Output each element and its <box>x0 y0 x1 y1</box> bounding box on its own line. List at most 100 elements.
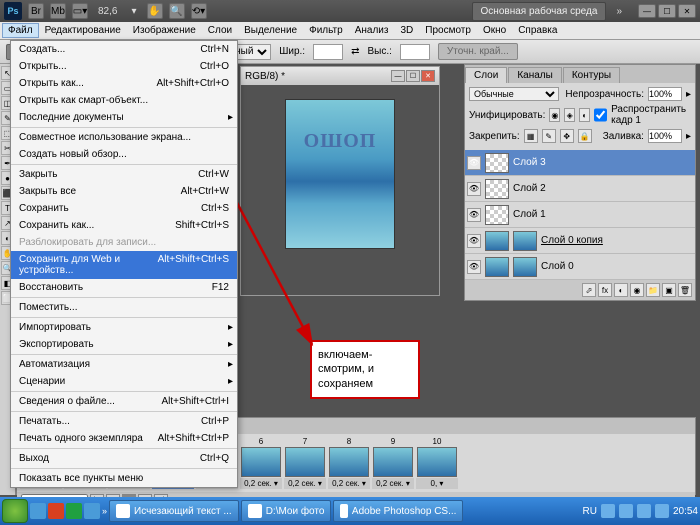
link-icon[interactable]: ⬀ <box>582 283 596 297</box>
menu-item[interactable]: Открыть...Ctrl+O <box>11 58 237 75</box>
menu-item[interactable]: Печатать...Ctrl+P <box>11 413 237 430</box>
mask-icon[interactable]: ◐ <box>614 283 628 297</box>
menu-item: Разблокировать для записи... <box>11 234 237 251</box>
close-button[interactable]: ✕ <box>678 4 696 18</box>
menu-item[interactable]: Создать...Ctrl+N <box>11 41 237 58</box>
panel-tab[interactable]: Слои <box>465 67 507 83</box>
lock-all-icon[interactable]: 🔒 <box>578 129 592 143</box>
menu-item[interactable]: Показать все пункты меню <box>11 470 237 487</box>
menu-item[interactable]: Создать новый обзор... <box>11 146 237 163</box>
trash-icon[interactable]: 🗑 <box>678 283 692 297</box>
menu-item[interactable]: Сохранить для Web и устройств...Alt+Shif… <box>11 251 237 279</box>
height-input[interactable] <box>400 44 430 60</box>
taskbar-task[interactable]: D:\Мои фото <box>241 500 332 522</box>
menu-просмотр[interactable]: Просмотр <box>419 23 477 38</box>
hand-icon[interactable]: ✋ <box>147 3 163 19</box>
layer-row[interactable]: 👁Слой 0 копия <box>465 228 695 254</box>
bridge-icon[interactable]: Br <box>28 3 44 19</box>
layer-row[interactable]: 👁Слой 3 <box>465 150 695 176</box>
visibility-icon[interactable]: 👁 <box>467 208 481 222</box>
panel-tab[interactable]: Каналы <box>508 67 562 83</box>
opacity-input[interactable] <box>648 87 682 101</box>
layer-thumb <box>485 257 509 277</box>
menu-item[interactable]: Поместить... <box>11 299 237 316</box>
menu-item[interactable]: Сохранить как...Shift+Ctrl+S <box>11 217 237 234</box>
taskbar: » Исчезающий текст ...D:\Мои фотоAdobe P… <box>0 497 700 525</box>
maximize-button[interactable]: ☐ <box>658 4 676 18</box>
new-layer-icon[interactable]: ▣ <box>662 283 676 297</box>
fill-input[interactable] <box>648 129 682 143</box>
start-button[interactable] <box>2 499 28 523</box>
zoom-icon[interactable]: 🔍 <box>169 3 185 19</box>
clock[interactable]: 20:54 <box>673 506 698 517</box>
mb-icon[interactable]: Mb <box>50 3 66 19</box>
layer-thumb <box>485 153 509 173</box>
panel-tab[interactable]: Контуры <box>563 67 620 83</box>
visibility-icon[interactable]: 👁 <box>467 234 481 248</box>
menu-item[interactable]: Открыть как смарт-объект... <box>11 92 237 109</box>
menu-item[interactable]: Автоматизация <box>11 356 237 373</box>
doc-maximize-icon[interactable]: ☐ <box>406 70 420 82</box>
document-titlebar[interactable]: RGB/8) * —☐✕ <box>241 67 439 85</box>
visibility-icon[interactable]: 👁 <box>467 260 481 274</box>
taskbar-task[interactable]: Исчезающий текст ... <box>109 500 239 522</box>
zoom-value[interactable]: 82,6 <box>98 6 117 17</box>
document-window[interactable]: RGB/8) * —☐✕ ОШОП <box>240 66 440 296</box>
menu-item[interactable]: СохранитьCtrl+S <box>11 200 237 217</box>
animation-frame[interactable]: 60,2 сек. ▾ <box>240 437 282 489</box>
blend-mode-select[interactable]: Обычные <box>469 87 559 101</box>
quicklaunch-icon[interactable] <box>30 503 46 519</box>
layer-row[interactable]: 👁Слой 2 <box>465 176 695 202</box>
canvas[interactable]: ОШОП <box>285 99 395 249</box>
menu-item[interactable]: ЗакрытьCtrl+W <box>11 166 237 183</box>
fx-icon[interactable]: fx <box>598 283 612 297</box>
animation-frame[interactable]: 100, ▾ <box>416 437 458 489</box>
menu-item[interactable]: Импортировать <box>11 319 237 336</box>
workspace-selector[interactable]: Основная рабочая среда <box>472 2 607 21</box>
menu-item[interactable]: Открыть как...Alt+Shift+Ctrl+O <box>11 75 237 92</box>
menu-item[interactable]: Печать одного экземпляраAlt+Shift+Ctrl+P <box>11 430 237 447</box>
adjustment-icon[interactable]: ◉ <box>630 283 644 297</box>
menu-анализ[interactable]: Анализ <box>349 23 395 38</box>
lock-brush-icon[interactable]: ✎ <box>542 129 556 143</box>
rotate-icon[interactable]: ⟲▾ <box>191 3 207 19</box>
menu-изображение[interactable]: Изображение <box>127 23 202 38</box>
minimize-button[interactable]: — <box>638 4 656 18</box>
animation-frame[interactable]: 70,2 сек. ▾ <box>284 437 326 489</box>
menu-item[interactable]: Последние документы <box>11 109 237 126</box>
annotation-callout: включаем-смотрим, исохраняем <box>310 340 420 399</box>
lock-pixels-icon[interactable]: ▦ <box>524 129 538 143</box>
menu-item[interactable]: ВосстановитьF12 <box>11 279 237 296</box>
animation-frame[interactable]: 80,2 сек. ▾ <box>328 437 370 489</box>
taskbar-task[interactable]: Adobe Photoshop CS... <box>333 500 463 522</box>
layer-thumb <box>485 231 509 251</box>
menu-item[interactable]: Совместное использование экрана... <box>11 129 237 146</box>
propagate-checkbox[interactable] <box>594 108 607 122</box>
menu-файл[interactable]: Файл <box>2 23 39 38</box>
visibility-icon[interactable]: 👁 <box>467 156 481 170</box>
menu-выделение[interactable]: Выделение <box>238 23 303 38</box>
menu-окно[interactable]: Окно <box>477 23 512 38</box>
menu-item[interactable]: Сведения о файле...Alt+Shift+Ctrl+I <box>11 393 237 410</box>
menu-справка[interactable]: Справка <box>512 23 563 38</box>
menu-item[interactable]: Экспортировать <box>11 336 237 353</box>
refine-edge-button: Уточн. край... <box>438 43 518 60</box>
layer-row[interactable]: 👁Слой 1 <box>465 202 695 228</box>
menu-3d[interactable]: 3D <box>394 23 419 38</box>
app-titlebar: Ps Br Mb ▭▾ 82,6▾ ✋ 🔍 ⟲▾ Основная рабоча… <box>0 0 700 22</box>
menu-item[interactable]: Сценарии <box>11 373 237 390</box>
layout-icon[interactable]: ▭▾ <box>72 3 88 19</box>
menu-item[interactable]: ВыходCtrl+Q <box>11 450 237 467</box>
menu-item[interactable]: Закрыть всеAlt+Ctrl+W <box>11 183 237 200</box>
menu-фильтр[interactable]: Фильтр <box>303 23 349 38</box>
animation-frame[interactable]: 90,2 сек. ▾ <box>372 437 414 489</box>
doc-minimize-icon[interactable]: — <box>391 70 405 82</box>
layer-row[interactable]: 👁Слой 0 <box>465 254 695 280</box>
menu-слои[interactable]: Слои <box>202 23 238 38</box>
folder-icon[interactable]: 📁 <box>646 283 660 297</box>
menu-редактирование[interactable]: Редактирование <box>39 23 127 38</box>
visibility-icon[interactable]: 👁 <box>467 182 481 196</box>
lock-move-icon[interactable]: ✥ <box>560 129 574 143</box>
width-input[interactable] <box>313 44 343 60</box>
doc-close-icon[interactable]: ✕ <box>421 70 435 82</box>
